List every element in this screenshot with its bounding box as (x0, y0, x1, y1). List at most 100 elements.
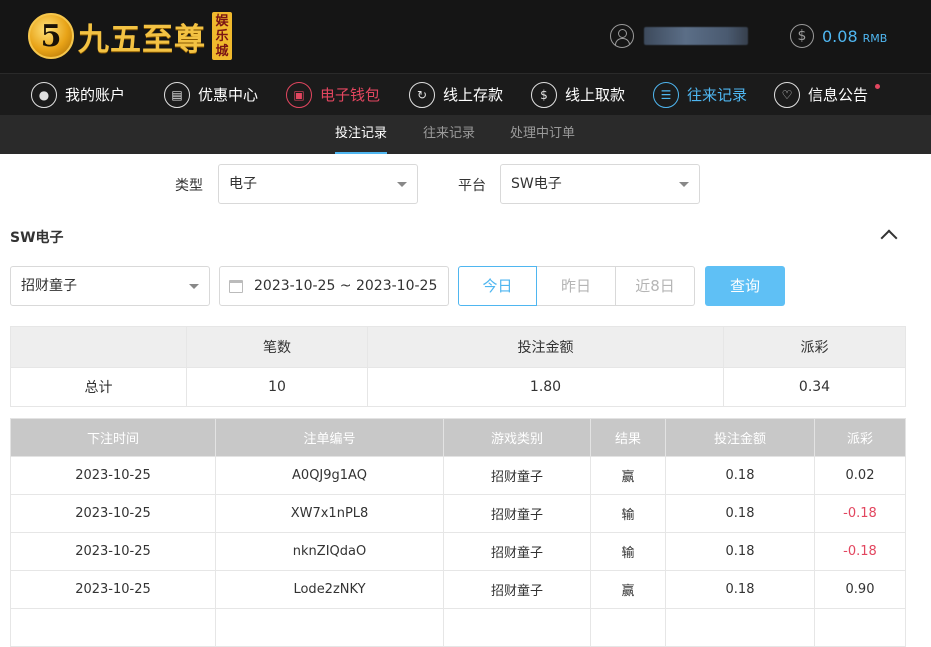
sub-tabs: 投注记录 往来记录 处理中订单 (0, 115, 931, 154)
nav-label: 信息公告 (808, 86, 869, 104)
bet-amount-cell: 0.18 (665, 532, 815, 571)
nav-promotions[interactable]: ▤ 优惠中心 (164, 74, 258, 116)
type-label: 类型 (175, 178, 203, 194)
table-row: 2023-10-25 A0QJ9g1AQ 招财童子 赢 0.18 0.02 (10, 456, 906, 495)
tab-transaction-records[interactable]: 往来记录 (423, 115, 475, 154)
nav-online-withdraw[interactable]: $ 线上取款 (531, 74, 625, 116)
platform-select-value: SW电子 (511, 176, 562, 192)
game-type-cell: 招财童子 (443, 456, 591, 495)
bet-records-table: 下注时间 注单编号 游戏类别 结果 投注金额 派彩 2023-10-25 A0Q… (10, 418, 906, 647)
summary-header-row: 笔数 投注金额 派彩 (10, 326, 906, 368)
user-info[interactable] (610, 24, 748, 48)
nav-my-account[interactable]: ● 我的账户 (31, 74, 125, 116)
range-today-button[interactable]: 今日 (458, 266, 537, 306)
brand-logo[interactable]: 5 九五至尊 娱 乐 城 (28, 9, 232, 63)
bet-time-cell (10, 608, 216, 647)
nav-label: 优惠中心 (198, 86, 259, 104)
chevron-down-icon (679, 182, 689, 187)
username-masked (644, 27, 748, 45)
brand-subtitle: 娱 乐 城 (212, 12, 232, 60)
records-header-cell[interactable]: 注单编号 (215, 418, 444, 457)
bet-time-cell: 2023-10-25 (10, 456, 216, 495)
gift-icon: ▤ (164, 81, 190, 108)
nav-label: 电子钱包 (320, 86, 381, 104)
nav-announcements[interactable]: ♡ 信息公告 (774, 74, 881, 116)
calendar-icon (229, 280, 243, 293)
bet-amount-cell: 0.18 (665, 570, 815, 609)
platform-label: 平台 (458, 178, 486, 194)
notification-dot (875, 83, 881, 89)
wallet-icon: ▣ (286, 81, 312, 108)
collapse-chevron-up-icon[interactable] (878, 226, 900, 244)
balance-display[interactable]: $ 0.08 RMB (790, 24, 887, 48)
summary-cell: 总计 (10, 367, 187, 407)
table-row: 2023-10-25 Lode2zNKY 招财童子 赢 0.18 0.90 (10, 570, 906, 609)
bet-id-cell: nknZIQdaO (215, 532, 444, 571)
deposit-icon: ↻ (409, 81, 435, 108)
summary-cell: 0.34 (723, 367, 906, 407)
table-row: 2023-10-25 XW7x1nPL8 招财童子 输 0.18 -0.18 (10, 494, 906, 533)
bet-id-cell: XW7x1nPL8 (215, 494, 444, 533)
tab-pending-orders[interactable]: 处理中订单 (510, 115, 575, 154)
top-header: 5 九五至尊 娱 乐 城 $ 0.08 RMB (0, 0, 931, 73)
bet-amount-cell: 0.18 (665, 494, 815, 533)
brand-subtitle-char: 乐 (215, 28, 229, 44)
table-row: 2023-10-25 nknZIQdaO 招财童子 输 0.18 -0.18 (10, 532, 906, 571)
bet-id-cell: Lode2zNKY (215, 570, 444, 609)
records-header-cell[interactable]: 投注金额 (665, 418, 815, 457)
brand-subtitle-char: 娱 (215, 13, 229, 29)
summary-cell: 10 (186, 367, 368, 407)
brand-subtitle-char: 城 (215, 43, 229, 59)
payout-cell: 0.90 (814, 570, 906, 609)
records-header-cell[interactable]: 结果 (590, 418, 666, 457)
payout-cell: -0.18 (814, 494, 906, 533)
result-cell: 输 (590, 532, 666, 571)
result-cell: 赢 (590, 570, 666, 609)
bet-id-cell (215, 608, 444, 647)
date-range-value: 2023-10-25 ~ 2023-10-25 (254, 278, 438, 294)
nav-label: 线上存款 (443, 86, 504, 104)
summary-total-row: 总计 10 1.80 0.34 (10, 367, 906, 407)
tab-bet-records[interactable]: 投注记录 (335, 115, 388, 154)
date-range-input[interactable]: 2023-10-25 ~ 2023-10-25 (219, 266, 449, 306)
summary-header-cell: 投注金额 (367, 326, 724, 368)
records-header-row: 下注时间 注单编号 游戏类别 结果 投注金额 派彩 (10, 418, 906, 457)
records-header-cell[interactable]: 下注时间 (10, 418, 216, 457)
nav-online-deposit[interactable]: ↻ 线上存款 (409, 74, 503, 116)
range-8days-button[interactable]: 近8日 (616, 266, 695, 306)
game-select[interactable]: 招财童子 (10, 266, 210, 306)
brand-name: 九五至尊 (78, 21, 206, 58)
range-yesterday-button[interactable]: 昨日 (537, 266, 616, 306)
bet-time-cell: 2023-10-25 (10, 532, 216, 571)
nav-label: 我的账户 (65, 86, 126, 104)
withdraw-icon: $ (531, 81, 557, 108)
bet-time-cell: 2023-10-25 (10, 494, 216, 533)
summary-header-cell (10, 326, 187, 368)
query-button[interactable]: 查询 (705, 266, 785, 306)
bet-id-cell: A0QJ9g1AQ (215, 456, 444, 495)
records-header-cell[interactable]: 派彩 (814, 418, 906, 457)
game-type-cell (443, 608, 591, 647)
records-header-cell[interactable]: 游戏类别 (443, 418, 591, 457)
game-type-cell: 招财童子 (443, 494, 591, 533)
summary-header-cell: 笔数 (186, 326, 368, 368)
balance-currency: RMB (862, 31, 888, 45)
bell-icon: ♡ (774, 81, 800, 108)
summary-header-cell: 派彩 (723, 326, 906, 368)
type-select[interactable]: 电子 (218, 164, 418, 204)
summary-table: 笔数 投注金额 派彩 总计 10 1.80 0.34 (10, 326, 906, 407)
nav-e-wallet[interactable]: ▣ 电子钱包 (286, 74, 380, 116)
type-select-value: 电子 (229, 176, 257, 192)
summary-cell: 1.80 (367, 367, 724, 407)
dollar-icon: $ (790, 24, 814, 48)
payout-cell: -0.18 (814, 532, 906, 571)
nav-label: 往来记录 (687, 86, 748, 104)
nav-transaction-records[interactable]: ☰ 往来记录 (653, 74, 747, 116)
table-row (10, 608, 906, 647)
bet-time-cell: 2023-10-25 (10, 570, 216, 609)
result-cell: 赢 (590, 456, 666, 495)
bet-amount-cell: 0.18 (665, 456, 815, 495)
platform-select[interactable]: SW电子 (500, 164, 700, 204)
game-select-value: 招财童子 (21, 278, 77, 294)
nav-label: 线上取款 (565, 86, 626, 104)
